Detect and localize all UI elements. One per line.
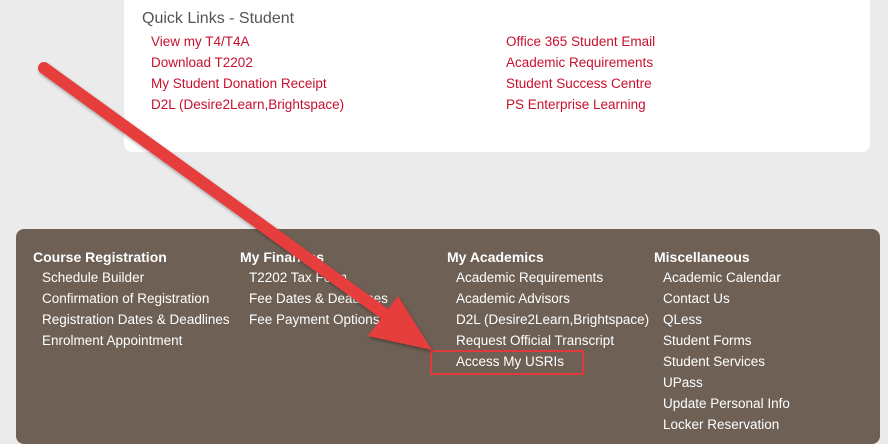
footer-link-schedule-builder[interactable]: Schedule Builder: [33, 268, 230, 289]
link-view-t4[interactable]: View my T4/T4A: [151, 33, 344, 54]
footer-link-update-personal-info[interactable]: Update Personal Info: [654, 394, 790, 415]
footer-link-student-forms[interactable]: Student Forms: [654, 331, 790, 352]
footer-link-academic-requirements[interactable]: Academic Requirements: [447, 268, 649, 289]
footer-column-course-registration: Course Registration Schedule Builder Con…: [33, 248, 230, 352]
quick-links-left-column: View my T4/T4A Download T2202 My Student…: [151, 33, 344, 117]
footer-column-miscellaneous: Miscellaneous Academic Calendar Contact …: [654, 248, 790, 436]
footer-column-my-finances: My Finances T2202 Tax Form Fee Dates & D…: [240, 248, 388, 331]
footer-link-d2l[interactable]: D2L (Desire2Learn,Brightspace): [447, 310, 649, 331]
footer-link-enrolment-appointment[interactable]: Enrolment Appointment: [33, 331, 230, 352]
footer-link-upass[interactable]: UPass: [654, 373, 790, 394]
footer-heading: My Finances: [240, 249, 325, 265]
link-donation-receipt[interactable]: My Student Donation Receipt: [151, 75, 344, 96]
footer-link-t2202-tax-form[interactable]: T2202 Tax Form: [240, 268, 388, 289]
footer-heading: Miscellaneous: [654, 249, 750, 265]
quick-links-title: Quick Links - Student: [142, 10, 295, 27]
quick-links-right-column: Office 365 Student Email Academic Requir…: [506, 33, 655, 117]
footer-link-student-services[interactable]: Student Services: [654, 352, 790, 373]
link-office365-email[interactable]: Office 365 Student Email: [506, 33, 655, 54]
footer-heading: My Academics: [447, 249, 544, 265]
footer-link-academic-calendar[interactable]: Academic Calendar: [654, 268, 790, 289]
link-d2l[interactable]: D2L (Desire2Learn,Brightspace): [151, 96, 344, 117]
footer-link-fee-payment-options[interactable]: Fee Payment Options: [240, 310, 388, 331]
quick-links-card: Quick Links - Student View my T4/T4A Dow…: [124, 0, 870, 152]
link-academic-requirements[interactable]: Academic Requirements: [506, 54, 655, 75]
footer-heading: Course Registration: [33, 249, 167, 265]
footer-link-registration-dates[interactable]: Registration Dates & Deadlines: [33, 310, 230, 331]
link-student-success-centre[interactable]: Student Success Centre: [506, 75, 655, 96]
footer-link-qless[interactable]: QLess: [654, 310, 790, 331]
footer-link-request-transcript[interactable]: Request Official Transcript: [447, 331, 649, 352]
footer-link-contact-us[interactable]: Contact Us: [654, 289, 790, 310]
footer-link-confirmation-of-registration[interactable]: Confirmation of Registration: [33, 289, 230, 310]
footer-nav: Course Registration Schedule Builder Con…: [16, 229, 880, 444]
link-ps-enterprise-learning[interactable]: PS Enterprise Learning: [506, 96, 655, 117]
footer-link-academic-advisors[interactable]: Academic Advisors: [447, 289, 649, 310]
annotation-highlight-box: [430, 350, 584, 375]
footer-link-fee-dates[interactable]: Fee Dates & Deadlines: [240, 289, 388, 310]
link-download-t2202[interactable]: Download T2202: [151, 54, 344, 75]
footer-link-locker-reservation[interactable]: Locker Reservation: [654, 415, 790, 436]
